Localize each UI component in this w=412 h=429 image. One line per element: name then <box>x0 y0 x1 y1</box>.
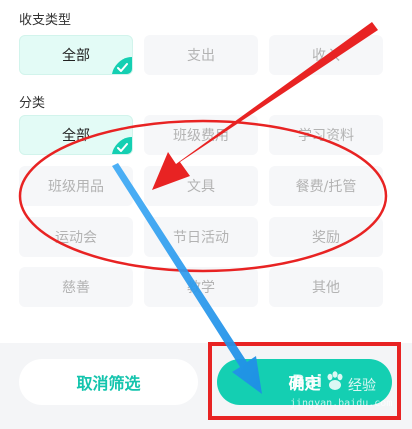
chip-label: 文具 <box>187 179 215 195</box>
chip-label: 支出 <box>187 48 215 64</box>
chip-label: 班级费用 <box>173 128 229 144</box>
chip-label: 其他 <box>312 280 340 296</box>
chip-label: 节日活动 <box>173 230 229 246</box>
category-chip-teaching[interactable]: 教学 <box>144 267 258 307</box>
category-chip-charity[interactable]: 慈善 <box>19 267 133 307</box>
chip-label: 餐费/托管 <box>295 179 357 195</box>
category-chip-stationery[interactable]: 文具 <box>144 166 258 206</box>
check-icon <box>112 57 132 74</box>
type-section-title: 收支类型 <box>19 13 72 28</box>
category-chip-holiday-events[interactable]: 节日活动 <box>144 217 258 257</box>
category-chip-study-materials[interactable]: 学习资料 <box>269 115 383 155</box>
type-chip-expense[interactable]: 支出 <box>144 35 258 75</box>
chip-label: 全部 <box>62 48 90 64</box>
category-chip-meals-care[interactable]: 餐费/托管 <box>269 166 383 206</box>
chip-label: 运动会 <box>55 230 97 246</box>
confirm-button[interactable]: 确定 <box>217 359 392 405</box>
category-chip-rewards[interactable]: 奖励 <box>269 217 383 257</box>
category-section-title: 分类 <box>19 96 46 111</box>
chip-label: 收入 <box>312 48 340 64</box>
chip-label: 奖励 <box>312 230 340 246</box>
category-chip-other[interactable]: 其他 <box>269 267 383 307</box>
chip-label: 班级用品 <box>48 179 104 195</box>
check-icon <box>112 137 132 154</box>
chip-label: 全部 <box>62 128 90 144</box>
category-chip-class-supplies[interactable]: 班级用品 <box>19 166 133 206</box>
category-chip-sports-day[interactable]: 运动会 <box>19 217 133 257</box>
chip-label: 学习资料 <box>298 128 354 144</box>
category-chip-all[interactable]: 全部 <box>19 115 133 155</box>
chip-label: 慈善 <box>62 280 90 296</box>
type-chip-all[interactable]: 全部 <box>19 35 133 75</box>
chip-label: 教学 <box>187 280 215 296</box>
category-chip-class-fees[interactable]: 班级费用 <box>144 115 258 155</box>
reset-filter-button[interactable]: 取消筛选 <box>19 359 198 405</box>
type-chip-income[interactable]: 收入 <box>269 35 383 75</box>
